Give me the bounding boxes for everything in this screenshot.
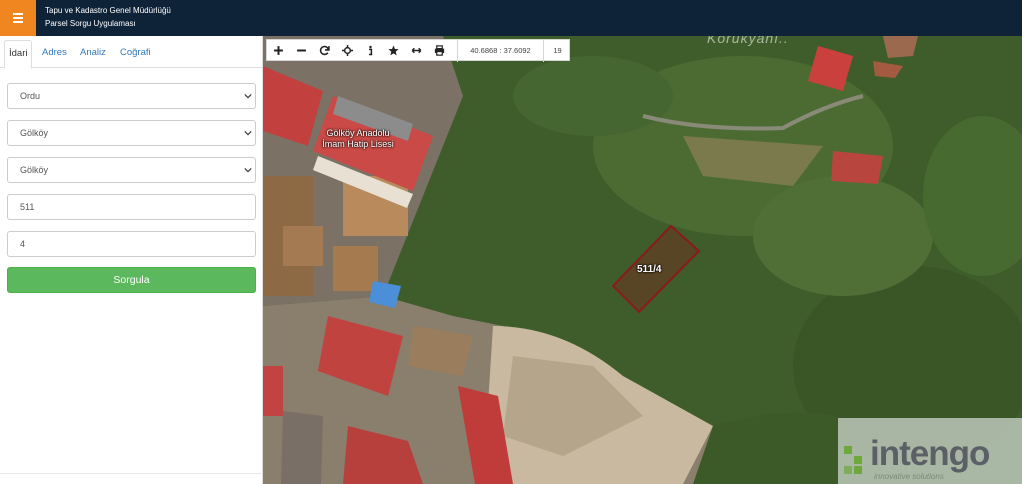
locate-icon xyxy=(342,44,353,56)
parcel-input[interactable]: 4 xyxy=(7,231,256,257)
sidebar-divider xyxy=(0,473,263,474)
chevron-down-icon xyxy=(244,130,252,136)
map-toolbar: 40.6868 : 37.6092 19 xyxy=(266,39,571,62)
chevron-down-icon xyxy=(244,167,252,173)
logo-square xyxy=(854,466,862,474)
school-label-line1: Gölköy Anadolu xyxy=(326,128,390,138)
tab-bar: İdari Adres Analiz Coğrafi xyxy=(0,36,263,69)
sidebar: İdari Adres Analiz Coğrafi Ordu Gölköy G… xyxy=(0,36,263,484)
tab-adres[interactable]: Adres xyxy=(38,40,71,68)
district-select[interactable]: Gölköy xyxy=(7,120,256,146)
hamburger-icon xyxy=(13,13,23,23)
app-title-line1: Tapu ve Kadastro Genel Müdürlüğü xyxy=(45,6,171,15)
query-button[interactable]: Sorgula xyxy=(7,267,256,293)
province-select-value: Ordu xyxy=(20,91,41,101)
zoom-level-readout: 19 xyxy=(543,40,571,62)
print-button[interactable] xyxy=(428,39,451,61)
zoom-out-button[interactable] xyxy=(290,39,313,61)
intengo-logo: intengo innovative solutions xyxy=(838,418,1022,484)
zoom-out-icon xyxy=(297,49,306,51)
zoom-in-button[interactable] xyxy=(267,39,290,61)
satellite-imagery xyxy=(263,36,1022,484)
map-place-label: Korukyanı.. xyxy=(707,36,789,46)
logo-square xyxy=(844,466,852,474)
logo-wordmark: intengo xyxy=(870,434,990,473)
tab-idari[interactable]: İdari xyxy=(4,40,33,69)
info-icon xyxy=(368,45,373,55)
neighborhood-select[interactable]: Gölköy xyxy=(7,157,256,183)
logo-square xyxy=(844,446,852,454)
measure-button[interactable] xyxy=(405,39,428,61)
print-icon xyxy=(434,44,445,56)
parcel-label[interactable]: 511/4 xyxy=(637,264,661,275)
app-title-line2: Parsel Sorgu Uygulaması xyxy=(45,19,136,28)
tab-analiz[interactable]: Analiz xyxy=(76,40,110,68)
refresh-icon xyxy=(319,45,330,55)
neighborhood-select-value: Gölköy xyxy=(20,165,49,175)
star-icon xyxy=(388,45,399,55)
tab-cografi[interactable]: Coğrafi xyxy=(116,40,155,68)
locate-button[interactable] xyxy=(336,39,359,61)
zoom-in-icon xyxy=(274,45,283,55)
coordinate-readout: 40.6868 : 37.6092 xyxy=(457,40,543,62)
school-label: Gölköy Anadolu İmam Hatip Lisesi xyxy=(310,128,406,150)
map-view[interactable]: Korukyanı.. xyxy=(263,36,1022,484)
chevron-down-icon xyxy=(244,93,252,99)
school-label-line2: İmam Hatip Lisesi xyxy=(322,139,394,149)
province-select[interactable]: Ordu xyxy=(7,83,256,109)
logo-tagline: innovative solutions xyxy=(874,472,944,481)
top-bar: Tapu ve Kadastro Genel Müdürlüğü Parsel … xyxy=(0,0,1022,36)
district-select-value: Gölköy xyxy=(20,128,49,138)
logo-square xyxy=(854,456,862,464)
refresh-button[interactable] xyxy=(313,39,336,61)
block-input[interactable]: 511 xyxy=(7,194,256,220)
app-title: Tapu ve Kadastro Genel Müdürlüğü Parsel … xyxy=(45,4,171,30)
measure-icon xyxy=(411,47,422,53)
menu-button[interactable] xyxy=(0,0,36,36)
favorite-button[interactable] xyxy=(382,39,405,61)
info-button[interactable] xyxy=(359,39,382,61)
